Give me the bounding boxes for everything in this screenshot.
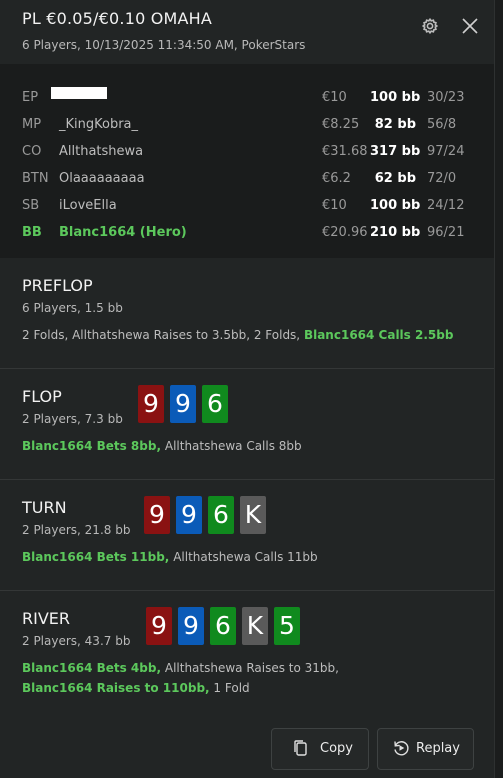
card: 5 [274,607,300,645]
players-table: EP €10 100 bb 30/23 MP _KingKobra_ €8.25… [0,64,494,259]
player-position: EP [22,90,39,105]
player-name: _KingKobra_ [59,117,139,132]
game-title: PL €0.05/€0.10 OMAHA [22,9,213,28]
player-stack-bb: 100 bb [370,90,421,105]
panel-footer: Copy Replay [0,716,494,778]
player-row: BTN Olaaaaaaaaa €6.2 62 bb 72/0 [0,168,494,190]
player-stack: €6.2 [322,171,351,186]
street-name: FLOP [22,387,62,406]
action-text: Allthatshewa Calls 11bb [173,550,318,564]
player-stats: 24/12 [427,198,465,213]
hero-action: Blanc1664 Bets 4bb, [22,661,162,675]
player-stats: 96/21 [427,225,465,240]
player-stack-bb: 100 bb [370,198,421,213]
player-row: EP €10 100 bb 30/23 [0,87,494,109]
card: K [240,496,266,534]
card: 6 [208,496,234,534]
player-stats: 56/8 [427,117,457,132]
copy-icon [292,739,308,761]
copy-button[interactable]: Copy [271,728,369,770]
hero-player-row: BB Blanc1664 (Hero) €20.96 210 bb 96/21 [0,222,494,244]
redacted-name [51,87,107,99]
street-name: PREFLOP [22,276,93,295]
flop-section: FLOP 2 Players, 7.3 bb 996 Blanc1664 Bet… [0,369,494,480]
hand-subtitle: 6 Players, 10/13/2025 11:34:50 AM, Poker… [22,38,306,52]
player-stats: 72/0 [427,171,457,186]
player-stack: €20.96 [322,225,368,240]
board-cards: 996K [144,496,272,534]
player-stack: €31.68 [322,144,368,159]
street-actions: Blanc1664 Bets 4bb, Allthatshewa Raises … [22,658,392,698]
card: 9 [176,496,202,534]
card: 6 [210,607,236,645]
gear-icon[interactable] [420,16,440,36]
replay-label: Replay [416,741,460,756]
street-info: 2 Players, 21.8 bb [22,523,131,537]
action-text: 1 Fold [213,681,250,695]
card: 9 [144,496,170,534]
hero-action: Blanc1664 Calls 2.5bb [303,328,454,342]
board-cards: 996K5 [146,607,306,645]
player-stack: €10 [322,198,347,213]
card: K [242,607,268,645]
player-position: MP [22,117,42,132]
player-name: iLoveElla [59,198,117,213]
card: 9 [178,607,204,645]
street-name: RIVER [22,609,71,628]
player-position: BTN [22,171,49,186]
player-stack-bb: 210 bb [370,225,421,240]
board-cards: 996 [138,385,234,423]
player-row: CO Allthatshewa €31.68 317 bb 97/24 [0,141,494,163]
player-row: SB iLoveElla €10 100 bb 24/12 [0,195,494,217]
preflop-section: PREFLOP 6 Players, 1.5 bb 2 Folds, Allth… [0,258,494,369]
street-info: 2 Players, 7.3 bb [22,412,123,426]
player-name: Olaaaaaaaaa [59,171,145,186]
replay-button[interactable]: Replay [377,728,474,770]
action-text: 2 Folds, Allthatshewa Raises to 3.5bb, 2… [22,328,301,342]
card: 9 [146,607,172,645]
copy-label: Copy [320,741,353,756]
replay-icon [392,739,410,761]
hand-history-panel: PL €0.05/€0.10 OMAHA 6 Players, 10/13/20… [0,0,495,778]
street-actions: Blanc1664 Bets 8bb, Allthatshewa Calls 8… [22,436,442,456]
close-icon[interactable] [460,16,480,36]
player-stack: €8.25 [322,117,360,132]
card: 9 [170,385,196,423]
player-name: Allthatshewa [59,144,144,159]
panel-header: PL €0.05/€0.10 OMAHA 6 Players, 10/13/20… [0,0,494,64]
player-stats: 30/23 [427,90,465,105]
street-info: 2 Players, 43.7 bb [22,634,131,648]
player-position: CO [22,144,42,159]
action-text: Allthatshewa Calls 8bb [164,439,302,453]
street-actions: 2 Folds, Allthatshewa Raises to 3.5bb, 2… [22,325,482,345]
player-stack-bb: 82 bb [374,117,416,132]
hero-action: Blanc1664 Bets 11bb, [22,550,170,564]
hero-action: Blanc1664 Raises to 110bb, [22,681,210,695]
player-stack-bb: 62 bb [374,171,416,186]
player-stats: 97/24 [427,144,465,159]
river-section: RIVER 2 Players, 43.7 bb 996K5 Blanc1664… [0,591,494,716]
street-actions: Blanc1664 Bets 11bb, Allthatshewa Calls … [22,547,442,567]
street-name: TURN [22,498,67,517]
player-name: Blanc1664 (Hero) [59,225,187,240]
card: 9 [138,385,164,423]
hero-action: Blanc1664 Bets 8bb, [22,439,162,453]
action-text: Allthatshewa Raises to 31bb, [164,661,339,675]
card: 6 [202,385,228,423]
player-stack: €10 [322,90,347,105]
player-row: MP _KingKobra_ €8.25 82 bb 56/8 [0,114,494,136]
turn-section: TURN 2 Players, 21.8 bb 996K Blanc1664 B… [0,480,494,591]
player-stack-bb: 317 bb [370,144,421,159]
street-info: 6 Players, 1.5 bb [22,301,123,315]
player-position: BB [22,225,42,240]
player-position: SB [22,198,40,213]
